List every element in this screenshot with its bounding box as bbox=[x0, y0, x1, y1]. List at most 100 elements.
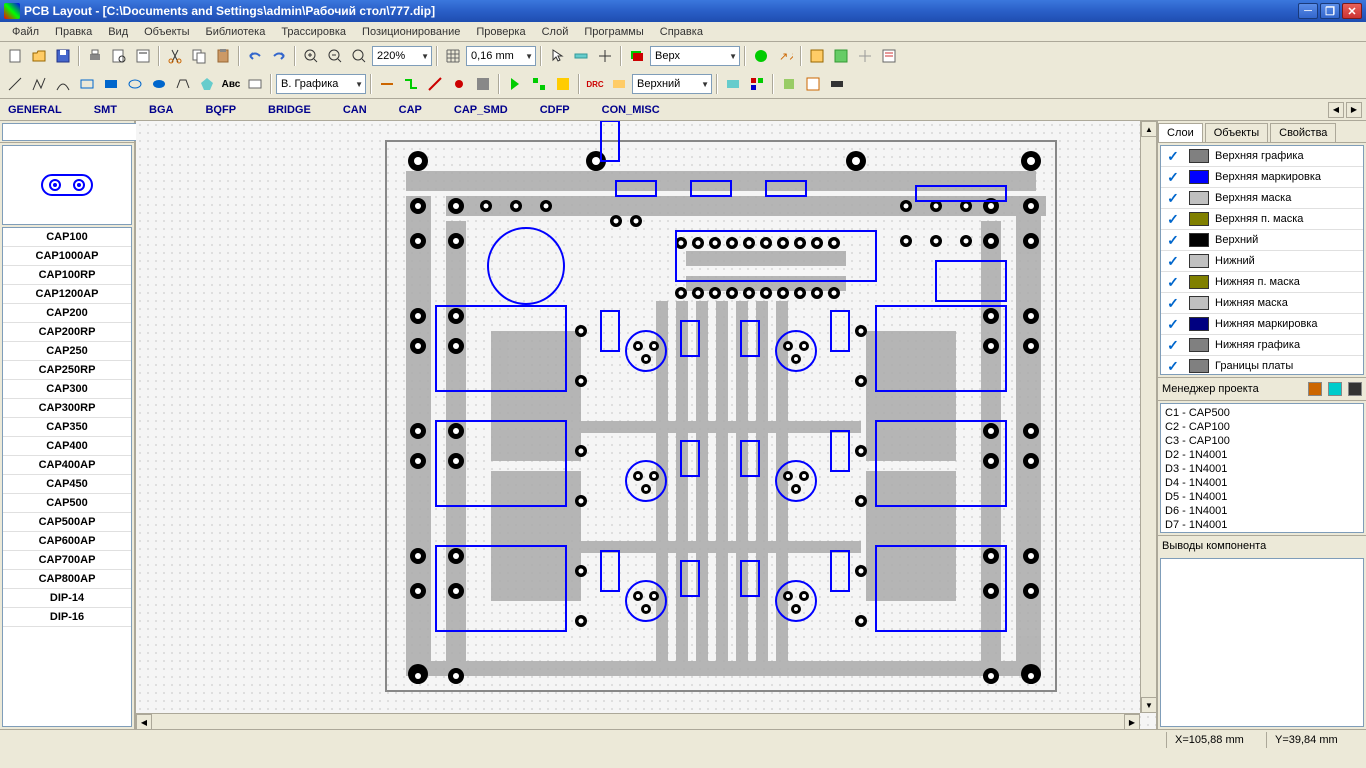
component-search-input[interactable] bbox=[2, 123, 150, 141]
menu-file[interactable]: Файл bbox=[4, 24, 47, 40]
layer-row[interactable]: ✓Нижняя п. маска bbox=[1161, 272, 1363, 293]
layer-combo[interactable]: Верх bbox=[650, 46, 740, 66]
layer-check-icon[interactable]: ✓ bbox=[1161, 274, 1185, 291]
component-tool[interactable] bbox=[826, 73, 848, 95]
layer-color-swatch[interactable] bbox=[1189, 191, 1209, 205]
tab-smt[interactable]: SMT bbox=[90, 102, 121, 118]
measure-button[interactable] bbox=[570, 45, 592, 67]
menu-edit[interactable]: Правка bbox=[47, 24, 100, 40]
layer-row[interactable]: ✓Верхний bbox=[1161, 230, 1363, 251]
canvas-scrollbar-vertical[interactable]: ▲ ▼ bbox=[1140, 121, 1156, 713]
component-item[interactable]: DIP-16 bbox=[3, 608, 131, 627]
text-tool[interactable]: Авс bbox=[220, 73, 242, 95]
menu-view[interactable]: Вид bbox=[100, 24, 136, 40]
menu-programs[interactable]: Программы bbox=[576, 24, 651, 40]
print-button[interactable] bbox=[84, 45, 106, 67]
autoroute-button[interactable] bbox=[528, 73, 550, 95]
tab-bqfp[interactable]: BQFP bbox=[201, 102, 240, 118]
menu-layer[interactable]: Слой bbox=[534, 24, 577, 40]
ellipse-tool[interactable] bbox=[124, 73, 146, 95]
menu-position[interactable]: Позиционирование bbox=[354, 24, 468, 40]
layer-row[interactable]: ✓Нижняя маска bbox=[1161, 293, 1363, 314]
tab-can[interactable]: CAN bbox=[339, 102, 371, 118]
component-item[interactable]: CAP200 bbox=[3, 304, 131, 323]
layer-check-icon[interactable]: ✓ bbox=[1161, 358, 1185, 375]
layer-combo-2[interactable]: Верхний bbox=[632, 74, 712, 94]
layer-color-swatch[interactable] bbox=[1189, 317, 1209, 331]
tab-next-button[interactable]: ▶ bbox=[1346, 102, 1362, 118]
layer-row[interactable]: ✓Верхняя маркировка bbox=[1161, 167, 1363, 188]
component-item[interactable]: CAP1000AP bbox=[3, 247, 131, 266]
layer-row[interactable]: ✓Нижняя маркировка bbox=[1161, 314, 1363, 335]
pm-item[interactable]: D7 - 1N4001 bbox=[1163, 518, 1361, 532]
polyline-tool[interactable] bbox=[28, 73, 50, 95]
drc-tool[interactable]: DRC bbox=[584, 73, 606, 95]
component-item[interactable]: DIP-14 bbox=[3, 589, 131, 608]
layer-color-swatch[interactable] bbox=[1189, 233, 1209, 247]
zoom-combo[interactable]: 220% bbox=[372, 46, 432, 66]
grid-toggle-button[interactable] bbox=[442, 45, 464, 67]
net-tool[interactable] bbox=[608, 73, 630, 95]
tab-bridge[interactable]: BRIDGE bbox=[264, 102, 315, 118]
layer-row[interactable]: ✓Верхняя п. маска bbox=[1161, 209, 1363, 230]
paste-button[interactable] bbox=[212, 45, 234, 67]
menu-verify[interactable]: Проверка bbox=[468, 24, 533, 40]
component-item[interactable]: CAP350 bbox=[3, 418, 131, 437]
pm-item[interactable]: C1 - CAP500 bbox=[1163, 406, 1361, 420]
minimize-button[interactable]: ─ bbox=[1298, 3, 1318, 19]
layer-check-icon[interactable]: ✓ bbox=[1161, 211, 1185, 228]
layer-check-icon[interactable]: ✓ bbox=[1161, 295, 1185, 312]
pm-icon-3[interactable] bbox=[1348, 382, 1362, 396]
pointer-button[interactable] bbox=[546, 45, 568, 67]
tab-cap-smd[interactable]: CAP_SMD bbox=[450, 102, 512, 118]
graphics-combo[interactable]: В. Графика bbox=[276, 74, 366, 94]
component-item[interactable]: CAP800AP bbox=[3, 570, 131, 589]
layer-row[interactable]: ✓Верхняя графика bbox=[1161, 146, 1363, 167]
undo-button[interactable] bbox=[244, 45, 266, 67]
canvas-scrollbar-horizontal[interactable]: ◀ ▶ bbox=[136, 713, 1140, 729]
layer-check-icon[interactable]: ✓ bbox=[1161, 337, 1185, 354]
route-tool-1[interactable] bbox=[376, 73, 398, 95]
component-item[interactable]: CAP300 bbox=[3, 380, 131, 399]
route-tool-2[interactable] bbox=[400, 73, 422, 95]
pm-item[interactable]: D6 - 1N4001 bbox=[1163, 504, 1361, 518]
signal-tool[interactable] bbox=[722, 73, 744, 95]
poly-tool[interactable] bbox=[172, 73, 194, 95]
layers-panel-button[interactable] bbox=[830, 45, 852, 67]
filled-rect-tool[interactable] bbox=[100, 73, 122, 95]
pm-item[interactable]: D5 - 1N4001 bbox=[1163, 490, 1361, 504]
layer-row[interactable]: ✓Нижний bbox=[1161, 251, 1363, 272]
via-tool[interactable] bbox=[448, 73, 470, 95]
menu-route[interactable]: Трассировка bbox=[273, 24, 354, 40]
layer-check-icon[interactable]: ✓ bbox=[1161, 190, 1185, 207]
layer-color-swatch[interactable] bbox=[1189, 212, 1209, 226]
pm-item[interactable]: C3 - CAP100 bbox=[1163, 434, 1361, 448]
grid-combo[interactable]: 0,16 mm bbox=[466, 46, 536, 66]
project-manager-list[interactable]: C1 - CAP500C2 - CAP100C3 - CAP100D2 - 1N… bbox=[1160, 403, 1364, 533]
layer-check-icon[interactable]: ✓ bbox=[1161, 148, 1185, 165]
check-button[interactable]: ↗↗ bbox=[774, 45, 796, 67]
tab-cap[interactable]: CAP bbox=[395, 102, 426, 118]
run-button[interactable] bbox=[504, 73, 526, 95]
schematic-tool[interactable] bbox=[802, 73, 824, 95]
tab-properties[interactable]: Свойства bbox=[1270, 123, 1336, 142]
layer-check-icon[interactable]: ✓ bbox=[1161, 169, 1185, 186]
zoom-out-button[interactable] bbox=[324, 45, 346, 67]
save-button[interactable] bbox=[52, 45, 74, 67]
properties-button[interactable] bbox=[854, 45, 876, 67]
layer-color-swatch[interactable] bbox=[1189, 170, 1209, 184]
layer-color-swatch[interactable] bbox=[1189, 338, 1209, 352]
component-item[interactable]: CAP450 bbox=[3, 475, 131, 494]
component-item[interactable]: CAP200RP bbox=[3, 323, 131, 342]
polygon-tool[interactable] bbox=[196, 73, 218, 95]
tab-prev-button[interactable]: ◀ bbox=[1328, 102, 1344, 118]
cut-button[interactable] bbox=[164, 45, 186, 67]
3d-tool[interactable] bbox=[778, 73, 800, 95]
layer-color-swatch[interactable] bbox=[1189, 275, 1209, 289]
layer-row[interactable]: ✓Верхняя маска bbox=[1161, 188, 1363, 209]
zoom-in-button[interactable] bbox=[300, 45, 322, 67]
patterns-tool[interactable] bbox=[746, 73, 768, 95]
zoom-window-button[interactable] bbox=[348, 45, 370, 67]
component-item[interactable]: CAP250 bbox=[3, 342, 131, 361]
menu-objects[interactable]: Объекты bbox=[136, 24, 197, 40]
